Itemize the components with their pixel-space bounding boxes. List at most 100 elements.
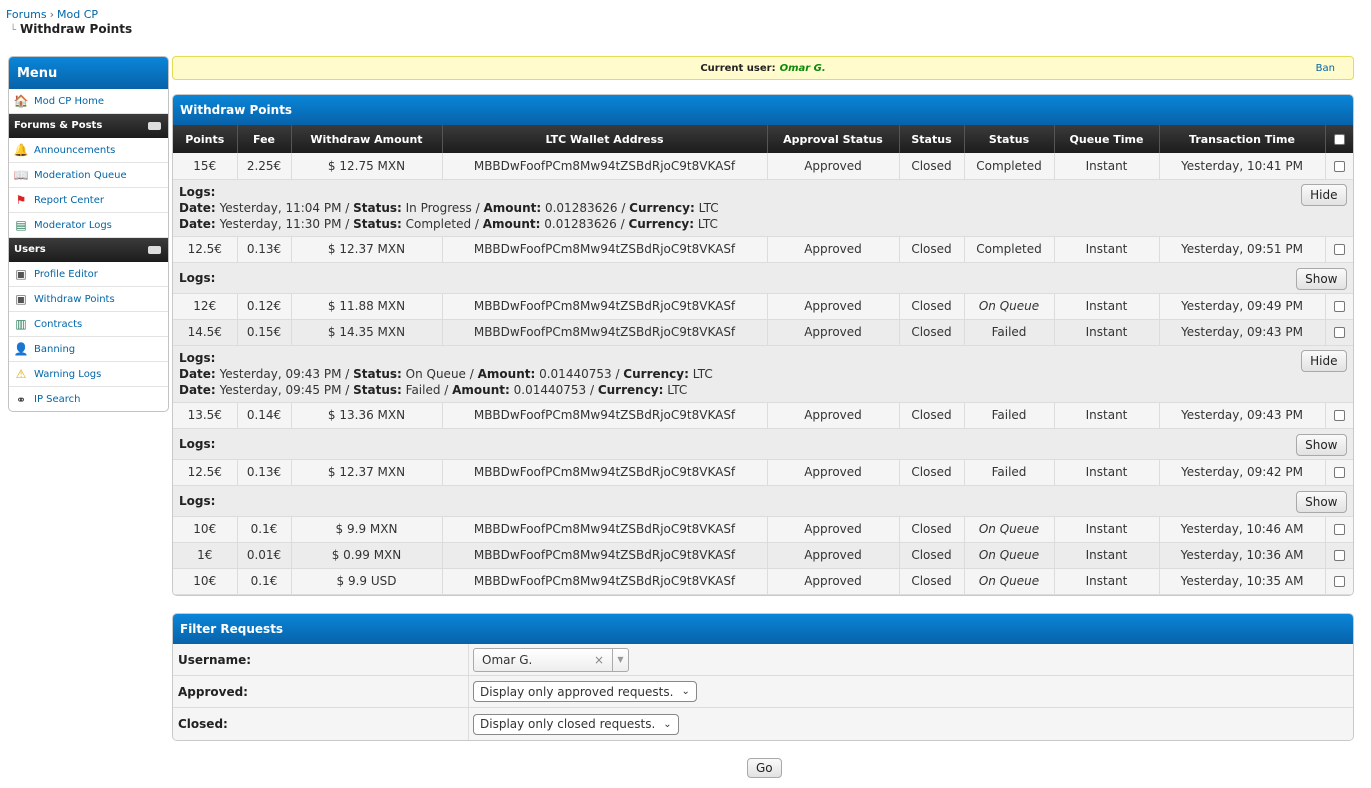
time-cell: Yesterday, 10:36 AM	[1159, 542, 1326, 569]
approval-cell: Approved	[767, 236, 900, 263]
go-button[interactable]: Go	[747, 758, 782, 778]
bell-icon: 🔔	[13, 143, 29, 157]
approval-cell: Approved	[767, 319, 900, 346]
logs-row: Logs: Date: Yesterday, 09:43 PM / Status…	[173, 345, 1353, 403]
chevron-down-icon[interactable]: ▼	[612, 648, 628, 671]
row-checkbox[interactable]	[1333, 576, 1345, 587]
table-row: 10€ 0.1€ $ 9.9 MXN MBBDwFoofPCm8Mw94tZSB…	[173, 516, 1353, 543]
book-icon: 📖	[13, 168, 29, 182]
approved-select[interactable]: Display only approved requests. ⌄	[473, 681, 697, 702]
row-checkbox[interactable]	[1333, 244, 1345, 255]
column-header[interactable]: Status	[964, 125, 1055, 153]
show-logs-button[interactable]: Show	[1296, 490, 1347, 513]
column-header[interactable]: Fee	[237, 125, 292, 153]
row-checkbox[interactable]	[1333, 327, 1345, 338]
collapse-toggle-icon[interactable]	[148, 122, 161, 130]
sidebar-item-moderator-logs[interactable]: ▤ Moderator Logs	[9, 213, 168, 238]
row-checkbox[interactable]	[1333, 301, 1345, 312]
fee-cell: 0.13€	[237, 459, 292, 486]
wallet-cell: MBBDwFoofPCm8Mw94tZSBdRjoC9t8VKASf	[442, 516, 768, 543]
sidebar-item-modcp-home[interactable]: 🏠 Mod CP Home	[9, 89, 168, 114]
sidebar-section-forums-posts: Forums & Posts	[9, 114, 168, 138]
hide-logs-button[interactable]: Hide	[1301, 183, 1347, 206]
column-header[interactable]: LTC Wallet Address	[442, 125, 768, 153]
logs-label: Logs:	[179, 184, 216, 199]
sidebar-item-withdraw-points[interactable]: ▣ Withdraw Points	[9, 287, 168, 312]
queue-cell: Instant	[1054, 319, 1160, 346]
filter-row-approved: Approved: Display only approved requests…	[173, 676, 1353, 708]
row-checkbox-cell	[1325, 516, 1353, 543]
closed-select[interactable]: Display only closed requests. ⌄	[473, 713, 679, 735]
sidebar-item-announcements[interactable]: 🔔 Announcements	[9, 138, 168, 163]
approved-select-value: Display only approved requests.	[480, 684, 674, 699]
sidebar-item-warning-logs[interactable]: ⚠ Warning Logs	[9, 362, 168, 387]
logs-row: Logs: Date: Yesterday, 11:04 PM / Status…	[173, 179, 1353, 237]
sidebar-item-ip-search[interactable]: ⚭ IP Search	[9, 387, 168, 411]
points-cell: 15€	[173, 153, 238, 180]
wallet-cell: MBBDwFoofPCm8Mw94tZSBdRjoC9t8VKASf	[442, 319, 768, 346]
withdraw-table: Points Fee Withdraw Amount LTC Wallet Ad…	[173, 125, 1353, 595]
sidebar-item-label: Banning	[34, 343, 76, 355]
log-icon: ▤	[15, 218, 27, 232]
points-cell: 12€	[173, 293, 238, 320]
amount-cell: $ 0.99 MXN	[291, 542, 443, 569]
wallet-cell: MBBDwFoofPCm8Mw94tZSBdRjoC9t8VKASf	[442, 459, 768, 486]
status-cell: Closed	[899, 459, 965, 486]
column-header[interactable]: Points	[173, 125, 238, 153]
state-cell: Completed	[964, 236, 1055, 263]
select-all-checkbox[interactable]	[1333, 134, 1345, 145]
hide-logs-button[interactable]: Hide	[1301, 349, 1347, 372]
row-checkbox[interactable]	[1333, 550, 1345, 561]
sidebar-item-banning[interactable]: 👤 Banning	[9, 337, 168, 362]
amount-cell: $ 13.36 MXN	[291, 402, 443, 429]
chevron-down-icon: ⌄	[681, 686, 690, 697]
sidebar-item-report-center[interactable]: ⚑ Report Center	[9, 188, 168, 213]
logs-cell: Logs: Date: Yesterday, 09:43 PM / Status…	[173, 345, 1353, 403]
username-picker[interactable]: Omar G. × ▼	[473, 647, 629, 672]
queue-cell: Instant	[1054, 459, 1160, 486]
column-header[interactable]: Approval Status	[767, 125, 900, 153]
sidebar-item-label: Withdraw Points	[34, 293, 115, 305]
ban-link[interactable]: Ban	[1316, 63, 1335, 74]
breadcrumb-modcp-link[interactable]: Mod CP	[57, 8, 98, 21]
queue-cell: Instant	[1054, 153, 1160, 180]
show-logs-button[interactable]: Show	[1296, 433, 1347, 456]
breadcrumb-separator: ›	[49, 8, 55, 21]
filter-panel-title: Filter Requests	[173, 614, 1353, 644]
tree-branch-icon: └	[10, 25, 17, 36]
show-logs-button[interactable]: Show	[1296, 267, 1347, 290]
sidebar-item-label: Profile Editor	[34, 268, 98, 280]
row-checkbox-cell	[1325, 459, 1353, 486]
sidebar-item-label: Announcements	[34, 144, 116, 156]
filter-requests-panel: Filter Requests Username: Omar G. × ▼ Ap…	[172, 613, 1354, 741]
filter-row-closed: Closed: Display only closed requests. ⌄	[173, 708, 1353, 740]
breadcrumb-forums-link[interactable]: Forums	[6, 8, 47, 21]
column-header[interactable]: Withdraw Amount	[291, 125, 443, 153]
profile-card-icon: ▣	[15, 267, 27, 281]
row-checkbox[interactable]	[1333, 410, 1345, 421]
sidebar-item-profile-editor[interactable]: ▣ Profile Editor	[9, 262, 168, 287]
points-cell: 12.5€	[173, 236, 238, 263]
fee-cell: 0.12€	[237, 293, 292, 320]
queue-cell: Instant	[1054, 568, 1160, 595]
clear-icon[interactable]: ×	[594, 653, 604, 667]
collapse-toggle-icon[interactable]	[148, 246, 161, 254]
status-cell: Closed	[899, 236, 965, 263]
column-header[interactable]: Status	[899, 125, 965, 153]
sidebar-item-moderation-queue[interactable]: 📖 Moderation Queue	[9, 163, 168, 188]
log-entry: Date: Yesterday, 09:45 PM / Status: Fail…	[179, 382, 688, 397]
logs-label: Logs:	[179, 350, 216, 365]
row-checkbox[interactable]	[1333, 467, 1345, 478]
row-checkbox[interactable]	[1333, 160, 1345, 172]
time-cell: Yesterday, 09:42 PM	[1159, 459, 1326, 486]
table-row: 1€ 0.01€ $ 0.99 MXN MBBDwFoofPCm8Mw94tZS…	[173, 542, 1353, 569]
status-cell: Closed	[899, 319, 965, 346]
sidebar-item-contracts[interactable]: ▥ Contracts	[9, 312, 168, 337]
column-header[interactable]: Queue Time	[1054, 125, 1160, 153]
row-checkbox[interactable]	[1333, 524, 1345, 535]
wallet-cell: MBBDwFoofPCm8Mw94tZSBdRjoC9t8VKASf	[442, 293, 768, 320]
column-header[interactable]: Transaction Time	[1159, 125, 1326, 153]
queue-cell: Instant	[1054, 293, 1160, 320]
table-row: 10€ 0.1€ $ 9.9 USD MBBDwFoofPCm8Mw94tZSB…	[173, 568, 1353, 595]
sidebar-item-label: Moderator Logs	[34, 219, 112, 231]
